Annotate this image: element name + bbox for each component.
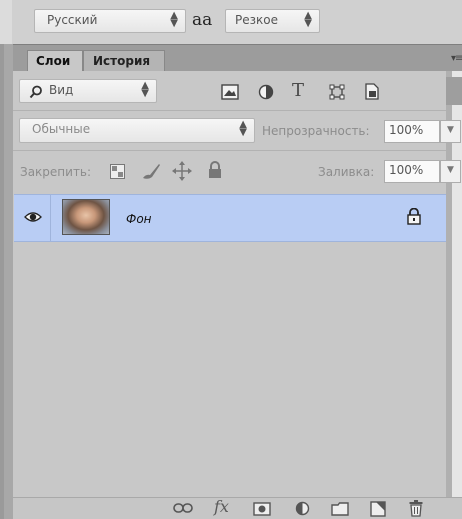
smart-object-filter-icon[interactable] (364, 83, 380, 100)
blend-mode-value: Обычные (32, 122, 91, 136)
layer-thumbnail (62, 199, 110, 235)
tab-layers[interactable]: Слои (27, 50, 83, 72)
divider (13, 110, 446, 111)
layers-bottom-toolbar (13, 497, 462, 519)
language-select[interactable]: Русский ▲ ▼ (34, 9, 186, 33)
add-mask-icon[interactable] (253, 502, 271, 516)
antialias-select[interactable]: Резкое ▲ ▼ (225, 9, 320, 33)
filter-toggle-button[interactable] (446, 77, 462, 105)
opacity-dropdown-icon[interactable]: ▼ (440, 120, 461, 143)
lock-label: Закрепить: (20, 165, 92, 179)
updown-arrows-icon: ▲ ▼ (141, 80, 149, 99)
link-layers-icon[interactable] (173, 502, 193, 514)
filter-kind-select[interactable]: Вид ▲ ▼ (19, 79, 157, 103)
panel-frame-right-light (452, 44, 462, 519)
antialias-select-value: Резкое (235, 13, 278, 27)
delete-layer-icon[interactable] (409, 500, 423, 517)
left-edge (0, 0, 12, 44)
lock-transparent-pixels-icon[interactable] (110, 164, 125, 179)
search-icon (29, 85, 42, 99)
divider (13, 150, 446, 151)
layer-style-icon[interactable]: fx (214, 497, 229, 516)
layer-name[interactable]: Фон (126, 212, 152, 226)
fill-dropdown-icon[interactable]: ▼ (440, 160, 461, 183)
language-select-value: Русский (47, 13, 98, 27)
new-layer-icon[interactable] (370, 501, 386, 517)
panel-menu-icon[interactable]: ▾≡ (451, 53, 462, 64)
eye-icon (24, 212, 42, 222)
lock-all-icon[interactable] (207, 161, 223, 179)
fill-label: Заливка: (318, 165, 375, 179)
tab-history[interactable]: История (83, 50, 165, 72)
opacity-label: Непрозрачность: (262, 124, 370, 138)
antialias-icon: aa (192, 10, 213, 30)
updown-arrows-icon: ▲ ▼ (239, 119, 247, 138)
fill-input[interactable]: 100% (384, 160, 440, 183)
updown-arrows-icon: ▲ ▼ (170, 10, 178, 29)
filter-kind-value: Вид (49, 83, 74, 97)
adjustment-filter-icon[interactable] (258, 84, 274, 100)
layer-visibility-toggle[interactable] (14, 194, 51, 242)
adjustment-layer-icon[interactable] (295, 501, 310, 516)
image-filter-icon[interactable] (221, 84, 239, 100)
opacity-input[interactable]: 100% (384, 120, 440, 143)
panel-frame-left-inner (4, 44, 13, 519)
updown-arrows-icon: ▲ ▼ (304, 10, 312, 29)
lock-position-icon[interactable] (172, 161, 192, 181)
layer-lock-icon (407, 208, 421, 225)
shape-filter-icon[interactable] (329, 84, 345, 100)
type-filter-icon[interactable]: T (292, 80, 304, 101)
lock-image-pixels-icon[interactable] (141, 162, 161, 180)
panel-tab-bar: Слои История ▾≡ (13, 44, 462, 72)
new-group-icon[interactable] (331, 502, 349, 516)
blend-mode-select[interactable]: Обычные ▲ ▼ (19, 118, 255, 143)
